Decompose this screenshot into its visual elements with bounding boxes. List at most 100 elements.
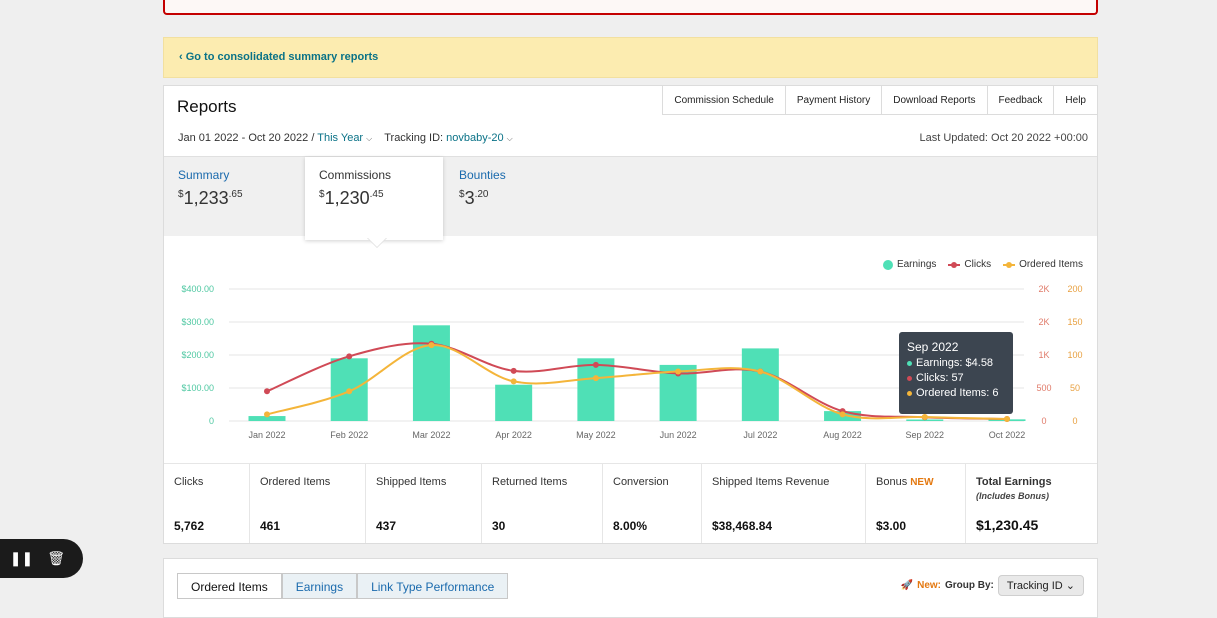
y-tick-label-ordered: 200 — [1067, 284, 1082, 294]
consolidated-reports-link[interactable]: ‹ Go to consolidated summary reports — [179, 51, 378, 63]
tab-commission-schedule[interactable]: Commission Schedule — [662, 86, 785, 115]
stat-value: $38,468.84 — [712, 519, 773, 533]
stat-value: 5,762 — [174, 519, 205, 533]
period-label: This Year — [317, 132, 364, 144]
stat-label: Clicks — [174, 476, 204, 488]
clicks-point — [510, 367, 517, 374]
stats-row: Clicks 5,762 Ordered Items 461 Shipped I… — [164, 463, 1097, 543]
reports-panel: Reports Commission Schedule Payment Hist… — [163, 85, 1098, 544]
pause-icon[interactable]: ❚❚ — [10, 550, 33, 567]
tooltip-earnings: Earnings: $4.58 — [916, 357, 994, 369]
stat-clicks: Clicks 5,762 — [164, 464, 250, 543]
y-tick-label-clicks: 0 — [1041, 416, 1046, 426]
tab-ordered-items[interactable]: Ordered Items — [177, 573, 282, 599]
ordered-items-point — [839, 411, 846, 418]
x-tick-label: Feb 2022 — [330, 430, 368, 440]
report-filters: Jan 01 2022 - Oct 20 2022 / This Year ⌵ T… — [178, 132, 513, 144]
chevron-down-icon: ⌄ — [1065, 580, 1075, 592]
earnings-chart: Earnings Clicks Ordered Items 0 0 0 $100.00… — [164, 236, 1097, 463]
y-tick-label-clicks: 500 — [1036, 383, 1051, 393]
stat-label: Bonus NEW — [876, 476, 955, 488]
tracking-id-dropdown[interactable]: novbaby-20 ⌵ — [446, 132, 513, 144]
tooltip-clicks-row: Clicks: 57 — [907, 372, 1005, 384]
earnings-bar — [741, 348, 779, 421]
tab-summary-label: Summary — [178, 168, 230, 182]
tooltip-clicks-dot — [907, 375, 912, 381]
tab-download-reports[interactable]: Download Reports — [881, 86, 987, 115]
last-updated: Last Updated: Oct 20 2022 +00:00 — [919, 132, 1089, 144]
ordered-items-point — [592, 375, 599, 382]
tooltip-earnings-dot — [907, 360, 912, 366]
stat-label: Conversion — [613, 476, 669, 488]
page-title: Reports — [177, 97, 237, 116]
ordered-items-point — [757, 368, 764, 375]
stat-bonus: Bonus NEW $3.00 — [866, 464, 966, 543]
tab-summary[interactable]: Summary $1,233.65 — [164, 157, 257, 237]
tab-payment-history[interactable]: Payment History — [784, 86, 882, 115]
bottom-panel: Ordered Items Earnings Link Type Perform… — [163, 558, 1098, 618]
y-tick-label-ordered: 100 — [1067, 350, 1082, 360]
date-range: Jan 01 2022 - Oct 20 2022 / — [178, 132, 315, 144]
y-tick-label-left: $300.00 — [181, 317, 214, 327]
tab-commissions[interactable]: Commissions $1,230.45 — [305, 157, 443, 240]
y-tick-label-left: $100.00 — [181, 383, 214, 393]
y-tick-label-clicks: 1K — [1038, 350, 1049, 360]
stat-returned-items: Returned Items 30 — [482, 464, 603, 543]
tab-help[interactable]: Help — [1053, 86, 1097, 115]
new-badge: NEW — [910, 477, 934, 488]
group-by-select[interactable]: Tracking ID ⌄ — [997, 575, 1084, 596]
group-by-label: Group By: — [945, 580, 994, 591]
group-by-value: Tracking ID — [1006, 580, 1063, 592]
stat-total-earnings: Total Earnings (Includes Bonus) $1,230.4… — [966, 464, 1097, 543]
rocket-icon: 🚀 — [900, 580, 914, 591]
commissions-amount: $1,230.45 — [319, 188, 384, 208]
tooltip-ordered: Ordered Items: 6 — [916, 387, 999, 399]
stat-conversion: Conversion 8.00% — [603, 464, 702, 543]
bottom-tabs: Ordered Items Earnings Link Type Perform… — [177, 573, 509, 599]
tooltip-ordered-dot — [907, 390, 912, 396]
period-dropdown[interactable]: This Year ⌵ — [317, 132, 372, 144]
ordered-items-point — [1004, 416, 1010, 423]
tooltip-ordered-row: Ordered Items: 6 — [907, 387, 1005, 399]
stat-label: Shipped Items Revenue — [712, 476, 830, 488]
group-by: 🚀 New: Group By: Tracking ID ⌄ — [901, 575, 1084, 596]
stat-label: Returned Items — [492, 476, 568, 488]
alert-box — [163, 0, 1098, 15]
y-tick-label-clicks: 2K — [1038, 317, 1049, 327]
recorder-controls: ❚❚ 🗑 — [0, 539, 83, 578]
report-nav-tabs: Commission Schedule Payment History Down… — [662, 86, 1097, 115]
chevron-down-icon: ⌵ — [506, 134, 513, 143]
tab-bounties[interactable]: Bounties $3.20 — [445, 157, 520, 237]
ordered-items-point — [675, 368, 682, 375]
y-tick-label-left: $400.00 — [181, 284, 214, 294]
tooltip-clicks: Clicks: 57 — [916, 372, 964, 384]
tracking-id-value: novbaby-20 — [446, 132, 504, 144]
clicks-point — [264, 388, 270, 395]
tab-earnings[interactable]: Earnings — [281, 573, 358, 599]
stat-label: Shipped Items — [376, 476, 447, 488]
ordered-items-point — [264, 411, 270, 418]
x-tick-label: Oct 2022 — [989, 430, 1026, 440]
stat-label: Total Earnings — [976, 476, 1052, 488]
x-tick-label: Jun 2022 — [660, 430, 697, 440]
earnings-bar — [412, 325, 450, 421]
y-tick-label-left: 0 — [209, 416, 214, 426]
x-tick-label: Apr 2022 — [495, 430, 532, 440]
clicks-point — [592, 361, 599, 368]
x-tick-label: Mar 2022 — [412, 430, 450, 440]
stat-sublabel: (Includes Bonus) — [976, 491, 1050, 501]
tooltip-title: Sep 2022 — [907, 340, 959, 354]
new-label: New: — [917, 580, 941, 591]
tab-link-type-performance[interactable]: Link Type Performance — [357, 573, 509, 599]
ordered-items-point — [510, 378, 517, 385]
ordered-items-point — [921, 414, 928, 421]
chevron-down-icon: ⌵ — [366, 134, 373, 143]
stat-value: 30 — [492, 519, 506, 533]
tooltip-earnings-row: Earnings: $4.58 — [907, 357, 1005, 369]
tab-feedback[interactable]: Feedback — [986, 86, 1054, 115]
tab-commissions-label: Commissions — [319, 168, 392, 182]
tracking-label: Tracking ID: — [384, 132, 444, 144]
trash-icon[interactable]: 🗑 — [47, 550, 65, 567]
tab-bounties-label: Bounties — [459, 168, 506, 182]
consolidated-banner: ‹ Go to consolidated summary reports — [163, 37, 1098, 78]
